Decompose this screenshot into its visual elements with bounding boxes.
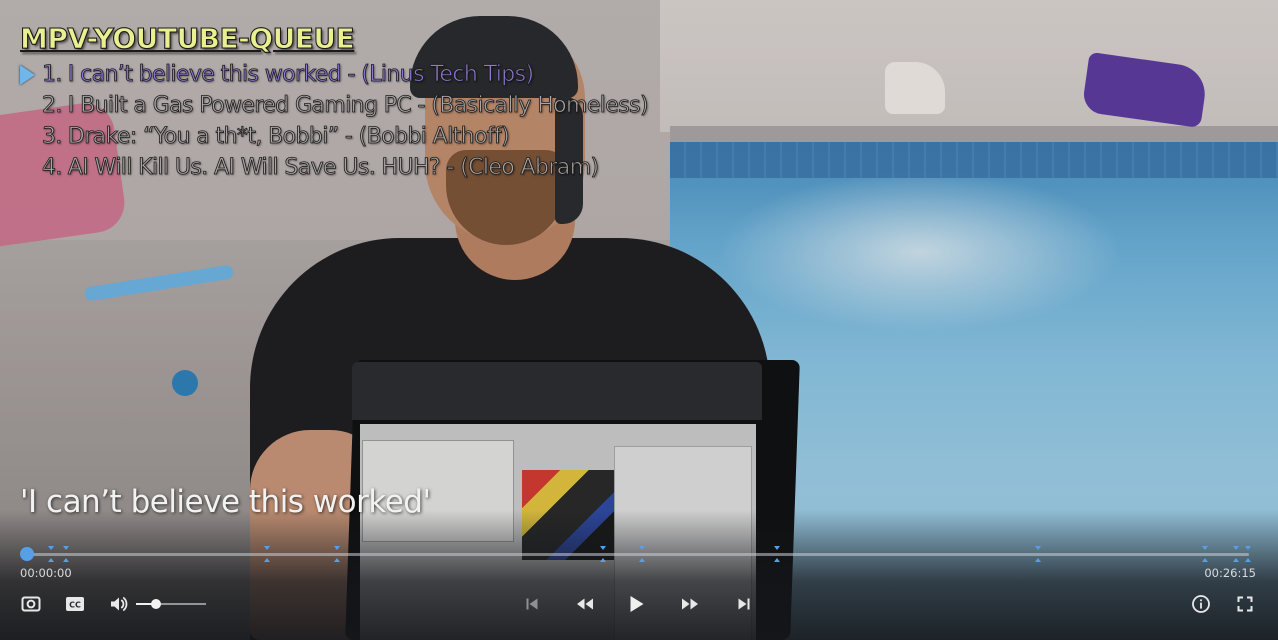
svg-text:CC: CC (69, 601, 81, 610)
playlist-item[interactable]: 4. AI Will Kill Us. AI Will Save Us. HUH… (20, 152, 648, 183)
volume-knob[interactable] (150, 599, 161, 609)
subtitles-button[interactable]: CC (63, 592, 87, 616)
fast-forward-button[interactable] (678, 592, 702, 616)
screenshot-button[interactable] (19, 592, 43, 616)
playlist-item[interactable]: 2. I Built a Gas Powered Gaming PC - (Ba… (20, 90, 649, 121)
fullscreen-button[interactable] (1233, 592, 1257, 616)
time-total[interactable]: 00:26:15 (1204, 566, 1256, 580)
camera-icon (21, 596, 41, 612)
time-current: 00:00:00 (20, 566, 72, 580)
controls-gradient (0, 510, 1278, 640)
fullscreen-icon (1237, 596, 1253, 612)
next-button[interactable] (732, 592, 756, 616)
rewind-button[interactable] (573, 592, 597, 616)
cc-icon: CC (66, 597, 84, 611)
playlist-item[interactable]: 1. I can’t believe this worked - (Linus … (20, 59, 648, 90)
skip-previous-icon (526, 598, 538, 610)
playlist-item-number: 4. (42, 155, 63, 181)
playlist-item-number: 3. (42, 124, 63, 150)
volume-button[interactable] (107, 592, 131, 616)
play-icon (630, 596, 644, 612)
seekbar[interactable] (20, 546, 1251, 562)
playlist-item-number: 1. (42, 62, 63, 88)
play-triangle-icon (20, 64, 42, 85)
playlist-item-label: Drake: “You a th*t, Bobbi” - (Bobbi Alth… (67, 124, 510, 150)
playlist-title: MPV-YOUTUBE-QUEUE (20, 22, 356, 56)
skip-next-icon (738, 598, 750, 610)
playlist-osd: MPV-YOUTUBE-QUEUE 1. I can’t believe thi… (20, 22, 649, 183)
info-icon (1192, 595, 1210, 613)
playlist-item-label: I can’t believe this worked - (Linus Tec… (67, 62, 534, 88)
fast-forward-icon (682, 598, 698, 610)
play-button[interactable] (624, 592, 648, 616)
playlist-item-label: I Built a Gas Powered Gaming PC - (Basic… (67, 93, 649, 119)
seekbar-handle[interactable] (20, 547, 34, 561)
playlist-item-label: AI Will Kill Us. AI Will Save Us. HUH? -… (67, 155, 599, 181)
playlist-item-number: 2. (42, 93, 63, 119)
media-title-caption: 'I can’t believe this worked' (20, 484, 431, 520)
speaker-icon (111, 597, 128, 611)
info-button[interactable] (1189, 592, 1213, 616)
playlist-item[interactable]: 3. Drake: “You a th*t, Bobbi” - (Bobbi A… (20, 121, 648, 152)
volume-slider[interactable] (136, 599, 206, 609)
previous-button[interactable] (520, 592, 544, 616)
rewind-icon (577, 598, 593, 610)
